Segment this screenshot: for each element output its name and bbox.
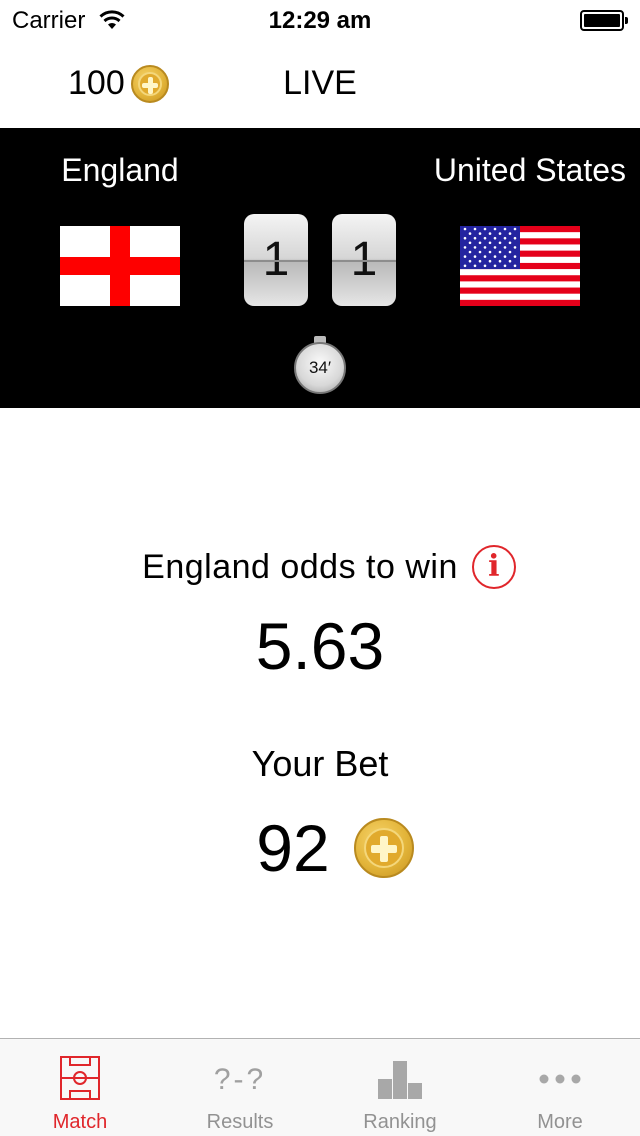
home-team-name: England	[61, 152, 179, 188]
info-icon[interactable]: i	[471, 545, 516, 589]
coin-balance[interactable]: 100	[68, 64, 169, 103]
stopwatch-icon: 34′	[294, 336, 346, 396]
page-title: LIVE	[283, 64, 357, 102]
ellipsis-icon	[539, 1074, 581, 1084]
odds-row: England odds to win i	[0, 543, 640, 591]
tab-ranking[interactable]: Ranking	[320, 1039, 480, 1136]
tab-more-label: More	[537, 1111, 583, 1133]
coin-icon[interactable]	[353, 818, 414, 878]
coin-balance-value: 100	[68, 64, 125, 102]
bet-label: Your Bet	[251, 743, 389, 784]
status-time: 12:29 am	[268, 7, 372, 34]
coin-icon	[130, 64, 169, 103]
nav-header: 100 LIVE	[0, 40, 640, 128]
odds-label: England odds to win	[142, 547, 458, 586]
match-minute: 34′	[294, 342, 346, 394]
home-score: 1	[244, 214, 308, 306]
away-team-name: United States	[433, 152, 626, 188]
tab-bar: Match ?-? Results Ranking More	[0, 1038, 640, 1136]
usa-flag-icon	[460, 226, 580, 306]
bar-chart-icon	[378, 1061, 422, 1099]
odds-value: 5.63	[255, 609, 385, 683]
away-score: 1	[332, 214, 396, 306]
england-flag-icon	[60, 226, 180, 306]
tab-results-label: Results	[206, 1111, 274, 1133]
tab-match-label: Match	[52, 1111, 108, 1133]
tab-match[interactable]: Match	[0, 1039, 160, 1136]
tab-ranking-label: Ranking	[363, 1111, 437, 1133]
bet-row[interactable]: 92	[0, 808, 640, 888]
battery-icon	[580, 10, 628, 31]
scoreboard: England United States 1 1 34′	[0, 128, 640, 408]
tab-more[interactable]: More	[480, 1039, 640, 1136]
pitch-icon	[60, 1056, 100, 1100]
bet-amount[interactable]: 92	[256, 810, 329, 886]
tab-results[interactable]: ?-? Results	[160, 1039, 320, 1136]
question-score-icon: ?-?	[213, 1063, 267, 1096]
status-bar: Carrier 12:29 am	[0, 0, 640, 40]
